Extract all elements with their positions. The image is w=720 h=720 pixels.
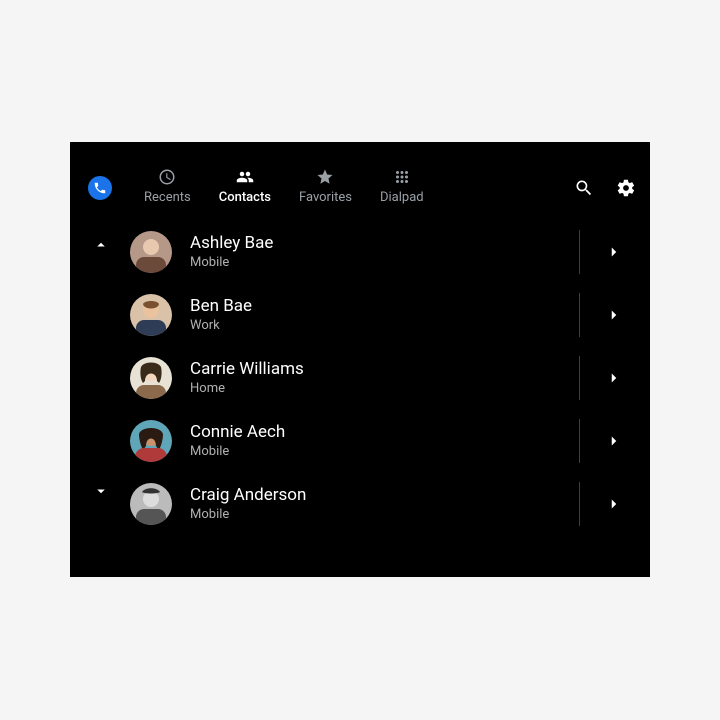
contact-row[interactable]: Connie Aech Mobile [130, 409, 638, 472]
tab-label: Contacts [219, 190, 271, 205]
avatar [130, 294, 172, 336]
settings-button[interactable] [614, 176, 638, 200]
chevron-right-icon [605, 369, 623, 387]
chevron-up-icon [92, 236, 110, 254]
tab-label: Dialpad [380, 190, 424, 205]
contact-row[interactable]: Ashley Bae Mobile [130, 220, 638, 283]
top-bar: Recents Contacts Favorites [70, 142, 650, 214]
row-separator [579, 356, 580, 400]
clock-icon [158, 168, 176, 186]
contact-label: Mobile [190, 507, 569, 522]
phone-app-icon[interactable] [88, 176, 112, 200]
contact-row[interactable]: Carrie Williams Home [130, 346, 638, 409]
dialpad-icon [393, 168, 411, 186]
contact-info: Ashley Bae Mobile [190, 233, 569, 270]
contact-label: Work [190, 318, 569, 333]
contact-label: Mobile [190, 444, 569, 459]
gear-icon [616, 178, 636, 198]
contact-name: Connie Aech [190, 422, 569, 442]
chevron-right-icon [605, 243, 623, 261]
contact-name: Carrie Williams [190, 359, 569, 379]
row-separator [579, 293, 580, 337]
content-area: Ashley Bae Mobile Ben Bae Work [70, 214, 650, 577]
action-icons [572, 176, 638, 200]
people-icon [236, 168, 254, 186]
contact-label: Mobile [190, 255, 569, 270]
contact-row[interactable]: Ben Bae Work [130, 283, 638, 346]
tab-label: Recents [144, 190, 191, 205]
contact-name: Ben Bae [190, 296, 569, 316]
contact-name: Craig Anderson [190, 485, 569, 505]
scroll-down-button[interactable] [92, 482, 110, 500]
phone-icon [93, 181, 107, 195]
chevron-right-icon [605, 495, 623, 513]
avatar [130, 483, 172, 525]
contact-disclose-button[interactable] [590, 346, 638, 409]
chevron-right-icon [605, 432, 623, 450]
avatar [130, 357, 172, 399]
tab-contacts[interactable]: Contacts [205, 168, 285, 205]
tab-recents[interactable]: Recents [130, 168, 205, 205]
contacts-list: Ashley Bae Mobile Ben Bae Work [130, 220, 638, 535]
scroll-up-button[interactable] [92, 236, 110, 254]
chevron-right-icon [605, 306, 623, 324]
row-separator [579, 482, 580, 526]
contact-info: Craig Anderson Mobile [190, 485, 569, 522]
contact-disclose-button[interactable] [590, 220, 638, 283]
contact-info: Ben Bae Work [190, 296, 569, 333]
row-separator [579, 419, 580, 463]
contact-label: Home [190, 381, 569, 396]
tab-bar: Recents Contacts Favorites [130, 142, 438, 205]
contact-row[interactable]: Craig Anderson Mobile [130, 472, 638, 535]
contact-disclose-button[interactable] [590, 472, 638, 535]
search-icon [574, 178, 594, 198]
contact-disclose-button[interactable] [590, 409, 638, 472]
contact-info: Carrie Williams Home [190, 359, 569, 396]
app-icon-container [70, 142, 130, 200]
avatar [130, 420, 172, 462]
row-separator [579, 230, 580, 274]
star-icon [316, 168, 334, 186]
chevron-down-icon [92, 482, 110, 500]
avatar [130, 231, 172, 273]
phone-app-window: Recents Contacts Favorites [70, 142, 650, 577]
tab-label: Favorites [299, 190, 352, 205]
tab-dialpad[interactable]: Dialpad [366, 168, 438, 205]
search-button[interactable] [572, 176, 596, 200]
contact-info: Connie Aech Mobile [190, 422, 569, 459]
contact-disclose-button[interactable] [590, 283, 638, 346]
contact-name: Ashley Bae [190, 233, 569, 253]
tab-favorites[interactable]: Favorites [285, 168, 366, 205]
